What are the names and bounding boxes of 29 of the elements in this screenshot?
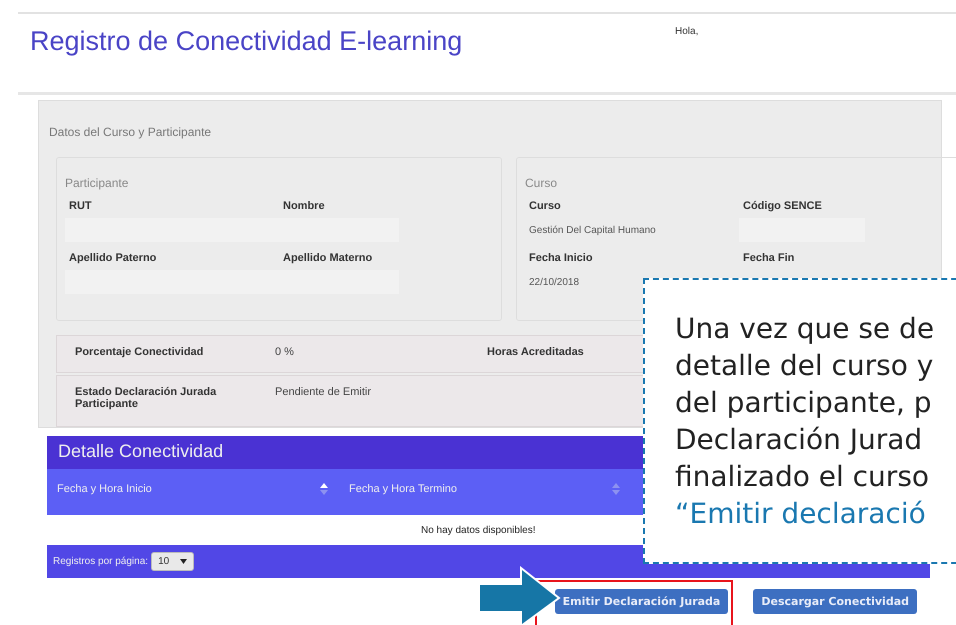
stat-label: Estado Declaración Jurada Participante <box>75 386 218 412</box>
field-label: Código SENCE <box>742 200 823 212</box>
panel-title: Datos del Curso y Participante <box>49 125 212 139</box>
empty-message: No hay datos disponibles! <box>421 524 536 536</box>
fieldset-legend: Curso <box>525 176 953 190</box>
field-value: Gestión Del Capital Humano <box>528 224 657 236</box>
page-size-select[interactable]: 10 <box>151 552 194 571</box>
action-button[interactable]: Emitir Declaración Jurada <box>554 589 728 614</box>
field-label: Apellido Paterno <box>68 252 158 264</box>
action-button[interactable]: Descargar Conectividad <box>753 589 917 614</box>
fieldset-legend: Participante <box>65 176 493 190</box>
caret-icon[interactable] <box>180 558 187 564</box>
stat-value: 0 % <box>275 346 295 360</box>
stat-value: Pendiente de Emitir <box>275 386 372 400</box>
field-label: Curso <box>528 200 562 212</box>
field-label: Nombre <box>282 200 326 212</box>
stat-label: Porcentaje Conectividad <box>75 346 204 360</box>
field-label: Fecha Fin <box>742 252 796 264</box>
sort-icon[interactable] <box>319 482 329 496</box>
column-header[interactable]: Fecha y Hora Inicio <box>47 469 339 515</box>
stat-label: Horas Acreditadas <box>487 346 584 360</box>
field-value: 22/10/2018 <box>528 276 580 288</box>
greeting-text: Hola, <box>675 26 698 37</box>
field-label: RUT <box>68 200 93 212</box>
page-title: Registro de Conectividad E-learning <box>30 26 462 57</box>
column-header[interactable]: Fecha y Hora Termino <box>339 469 631 515</box>
field-label: Fecha Inicio <box>528 252 594 264</box>
page-size-label: Registros por página: <box>53 556 148 567</box>
field-label: Apellido Materno <box>282 252 374 264</box>
